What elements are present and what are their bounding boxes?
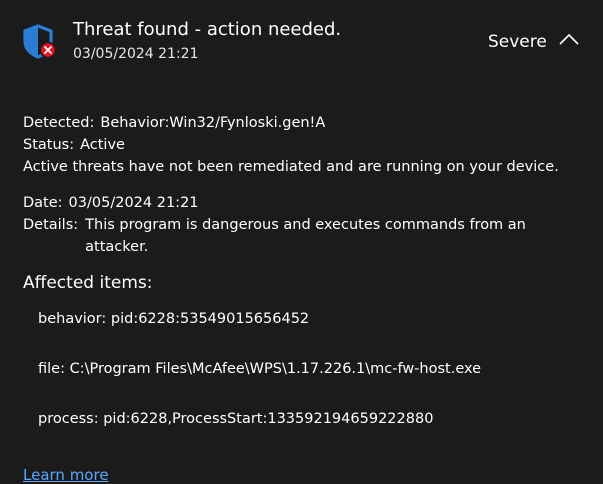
affected-items-title: Affected items: — [23, 273, 153, 293]
severity-label: Severe — [488, 32, 547, 52]
affected-item-behavior: behavior: pid:6228:53549015656452 — [38, 311, 310, 327]
detected-label: Detected: — [23, 115, 95, 131]
threat-details: Detected: Behavior:Win32/Fynloski.gen!A S… — [23, 112, 593, 458]
alert-title: Threat found - action needed. — [73, 19, 342, 40]
affected-item-file: file: C:\Program Files\McAfee\WPS\1.17.2… — [38, 361, 482, 377]
status-label: Status: — [23, 137, 75, 153]
detected-row: Detected: Behavior:Win32/Fynloski.gen!A — [23, 112, 593, 134]
affected-item-process: process: pid:6228,ProcessStart:133592194… — [38, 411, 434, 427]
details-value: This program is dangerous and executes c… — [85, 217, 526, 255]
status-value: Active — [80, 137, 125, 153]
status-row: Status: Active — [23, 134, 593, 156]
status-message: Active threats have not been remediated … — [23, 159, 559, 175]
affected-items-list: behavior: pid:6228:53549015656452 file: … — [38, 308, 593, 430]
detected-value: Behavior:Win32/Fynloski.gen!A — [100, 115, 326, 131]
details-row: Details: This program is dangerous and e… — [23, 214, 593, 258]
learn-more-link[interactable]: Learn more — [23, 466, 109, 484]
date-value: 03/05/2024 21:21 — [68, 195, 199, 211]
threat-header[interactable]: Threat found - action needed. 03/05/2024… — [0, 0, 603, 90]
alert-timestamp: 03/05/2024 21:21 — [73, 46, 199, 62]
shield-warning-icon — [23, 24, 57, 59]
date-label: Date: — [23, 195, 63, 211]
chevron-up-icon[interactable] — [557, 30, 581, 48]
date-row: Date: 03/05/2024 21:21 — [23, 192, 593, 214]
details-label: Details: — [23, 217, 79, 233]
